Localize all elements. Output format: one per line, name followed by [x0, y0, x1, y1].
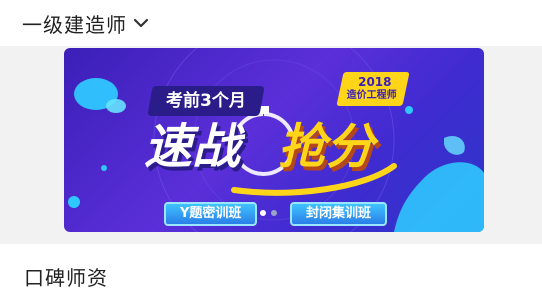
category-title: 一级建造师: [22, 12, 127, 37]
teachers-section: 口碑师资: [0, 244, 542, 292]
closed-training-button[interactable]: 封闭集训班: [290, 202, 388, 226]
year-badge: 2018 造价工程师: [336, 72, 410, 106]
carousel-dot[interactable]: [271, 210, 277, 216]
headline-right: 抢分: [278, 119, 375, 175]
badge-year: 2018: [358, 75, 392, 89]
badge-label: 造价工程师: [346, 90, 397, 101]
headline-left: 速战: [144, 119, 241, 175]
category-selector[interactable]: 一级建造师: [0, 0, 542, 46]
banner-decoration: [68, 48, 484, 232]
y-training-button[interactable]: Y题密训班: [164, 202, 258, 226]
promo-banner[interactable]: 考前3个月 2018 造价工程师 速战 抢分 Y题密训班 封闭集训班: [64, 48, 484, 232]
chevron-down-icon[interactable]: [133, 15, 149, 31]
carousel-indicator: [260, 210, 277, 216]
carousel-dot-active[interactable]: [260, 210, 266, 216]
banner-subtitle: 考前3个月: [147, 86, 265, 116]
section-title: 口碑师资: [24, 266, 108, 290]
